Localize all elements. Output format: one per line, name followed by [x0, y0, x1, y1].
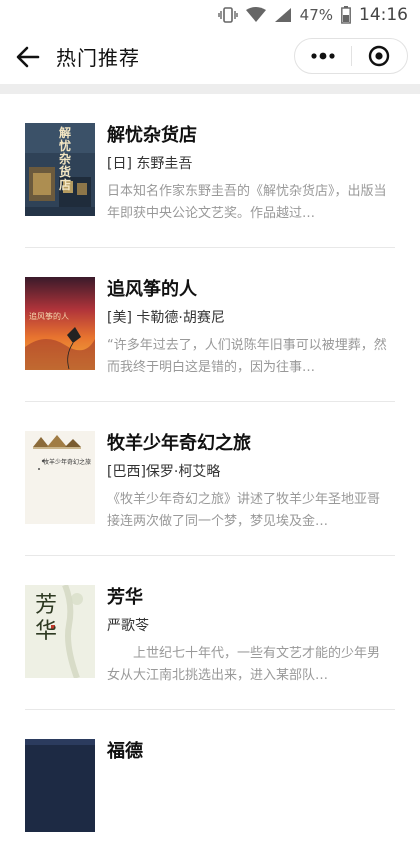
book-author: [巴西]保罗·柯艾略	[107, 464, 221, 480]
book-title: 解忧杂货店	[107, 125, 197, 146]
book-title: 追风筝的人	[107, 279, 197, 300]
back-button[interactable]	[14, 44, 42, 70]
header-separator	[0, 84, 420, 94]
book-cover: 追风筝的人	[25, 277, 95, 370]
miniprogram-capsule	[294, 38, 408, 74]
signal-icon	[274, 7, 292, 23]
book-title: 芳华	[107, 587, 143, 608]
book-author: [美] 卡勒德·胡赛尼	[107, 310, 225, 326]
page-title: 热门推荐	[56, 46, 140, 70]
book-description: “许多年过去了，人们说陈年旧事可以被埋葬，然而我终于明白这是错的，因为往事…	[107, 338, 387, 375]
book-item[interactable]: 芳华 芳华 严歌苓 上世纪七十年代，一些有文艺才能的少年男女从大江南北挑选出来，…	[25, 556, 395, 710]
target-close-icon	[369, 45, 390, 67]
cover-title-text: 牧羊少年奇幻之旅	[43, 459, 92, 466]
cover-title-text: 解忧杂货店	[59, 126, 72, 192]
book-cover	[25, 739, 95, 832]
battery-icon	[341, 6, 351, 24]
wifi-icon	[245, 7, 266, 23]
book-title: 福德	[107, 741, 143, 762]
cover-title-text: 追风筝的人	[29, 312, 69, 321]
cover-title-text: 芳华	[35, 593, 58, 644]
more-button[interactable]	[295, 39, 351, 73]
book-description: 《牧羊少年奇幻之旅》讲述了牧羊少年圣地亚哥接连两次做了同一个梦，梦见埃及金…	[107, 492, 381, 529]
status-bar: 47% 14:16	[0, 0, 420, 30]
book-description: 日本知名作家东野圭吾的《解忧杂货店》，出版当年即获中央公论文艺奖。作品越过…	[107, 184, 387, 221]
book-item[interactable]: 追风筝的人 追风筝的人 [美] 卡勒德·胡赛尼 “许多年过去了，人们说陈年旧事可…	[25, 248, 395, 402]
book-author: [日] 东野圭吾	[107, 156, 193, 172]
book-info: 解忧杂货店 [日] 东野圭吾 日本知名作家东野圭吾的《解忧杂货店》，出版当年即获…	[107, 124, 392, 225]
book-title: 牧羊少年奇幻之旅	[107, 433, 251, 454]
back-arrow-icon	[16, 46, 40, 68]
book-author: 严歌苓	[107, 618, 149, 634]
book-cover: 芳华	[25, 585, 95, 678]
book-info: 牧羊少年奇幻之旅 [巴西]保罗·柯艾略 《牧羊少年奇幻之旅》讲述了牧羊少年圣地亚…	[107, 432, 392, 533]
book-info: 福德	[107, 740, 392, 764]
book-item[interactable]: 福德	[25, 710, 395, 864]
more-icon	[311, 52, 335, 60]
battery-percent: 47%	[299, 6, 333, 24]
navigation-bar: 热门推荐	[0, 30, 420, 84]
book-item[interactable]: 牧羊少年奇幻之旅 牧羊少年奇幻之旅 [巴西]保罗·柯艾略 《牧羊少年奇幻之旅》讲…	[25, 402, 395, 556]
book-cover: 牧羊少年奇幻之旅	[25, 431, 95, 524]
book-info: 芳华 严歌苓 上世纪七十年代，一些有文艺才能的少年男女从大江南北挑选出来，进入某…	[107, 586, 392, 687]
clock: 14:16	[359, 5, 408, 25]
book-description: 上世纪七十年代，一些有文艺才能的少年男女从大江南北挑选出来，进入某部队…	[107, 646, 381, 683]
vibrate-icon	[217, 7, 238, 23]
book-info: 追风筝的人 [美] 卡勒德·胡赛尼 “许多年过去了，人们说陈年旧事可以被埋葬，然…	[107, 278, 392, 379]
close-button[interactable]	[352, 39, 408, 73]
book-item[interactable]: 解忧杂货店 解忧杂货店 [日] 东野圭吾 日本知名作家东野圭吾的《解忧杂货店》，…	[25, 94, 395, 248]
book-cover: 解忧杂货店	[25, 123, 95, 216]
